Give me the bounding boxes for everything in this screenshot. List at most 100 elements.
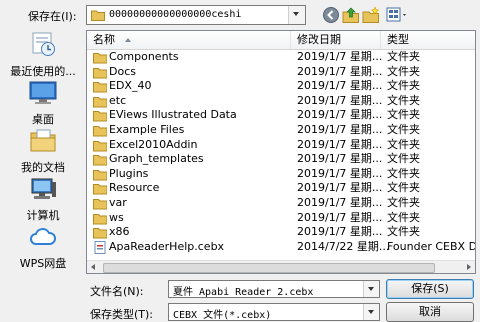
file-date: 2019/1/7 星期... — [297, 64, 383, 78]
file-date: 2014/7/22 星期... — [297, 239, 390, 253]
location-combo[interactable]: 00000000000000000ceshi — [86, 5, 306, 25]
scrollbar-thumb[interactable] — [103, 263, 435, 273]
file-name: Components — [109, 50, 179, 63]
file-name: ApaReaderHelp.cebx — [109, 239, 225, 253]
file-type: 文件夹 — [387, 210, 420, 224]
file-type: Founder CEBX D... — [387, 239, 475, 253]
file-row[interactable]: ApaReaderHelp.cebx 2014/7/22 星期... Founder… — [87, 240, 475, 255]
column-type[interactable]: 类型 — [381, 31, 475, 49]
file-row[interactable]: Example Files 2019/1/7 星期... 文件夹 — [87, 123, 475, 138]
chevron-down-icon — [368, 310, 374, 314]
folder-icon — [93, 155, 107, 166]
file-name: x86 — [109, 225, 130, 239]
place-wps-cloud[interactable]: WPS网盘 — [0, 224, 86, 271]
file-date: 2019/1/7 星期... — [297, 79, 383, 93]
folder-icon — [93, 82, 107, 93]
place-desktop-label: 桌面 — [32, 113, 54, 126]
place-computer-label: 计算机 — [26, 209, 60, 222]
documents-icon — [30, 129, 56, 152]
column-name-label: 名称 — [93, 33, 115, 46]
file-date: 2019/1/7 星期... — [297, 225, 383, 239]
scroll-left-icon[interactable] — [91, 264, 95, 270]
computer-icon — [31, 178, 56, 199]
file-type: 文件夹 — [387, 79, 420, 93]
desktop-icon — [29, 81, 57, 104]
file-list[interactable]: 名称 修改日期 类型 Components 2019/1/7 星期... 文件夹 Do… — [86, 30, 476, 274]
file-date: 2019/1/7 星期... — [297, 137, 383, 151]
column-date[interactable]: 修改日期 — [291, 31, 381, 49]
cebx-file-icon — [94, 240, 106, 254]
file-type: 文件夹 — [387, 152, 420, 166]
file-row[interactable]: x86 2019/1/7 星期... 文件夹 — [87, 225, 475, 240]
folder-icon — [91, 10, 105, 21]
file-name: Resource — [109, 181, 160, 195]
file-type: 文件夹 — [387, 50, 420, 63]
file-row[interactable]: Graph_templates 2019/1/7 星期... 文件夹 — [87, 152, 475, 167]
file-type: 文件夹 — [387, 93, 420, 107]
file-name: Example Files — [109, 123, 185, 136]
sort-up-icon — [125, 38, 131, 42]
horizontal-scrollbar[interactable] — [87, 260, 475, 273]
filename-dropdown-button[interactable] — [363, 281, 379, 297]
place-wps-cloud-label: WPS网盘 — [19, 257, 67, 270]
new-folder-icon[interactable] — [362, 6, 380, 24]
file-row[interactable]: EViews Illustrated Data 2019/1/7 星期... 文件夹 — [87, 108, 475, 123]
place-computer[interactable]: 计算机 — [0, 176, 86, 223]
file-name: Docs — [109, 64, 136, 78]
filename-field[interactable]: 夏件 Apabi Reader 2.cebx — [168, 280, 380, 298]
folder-icon — [93, 126, 107, 137]
file-row[interactable]: Resource 2019/1/7 星期... 文件夹 — [87, 181, 475, 196]
file-row[interactable]: var 2019/1/7 星期... 文件夹 — [87, 196, 475, 211]
filetype-value: CEBX 文件(*.cebx) — [173, 310, 272, 321]
file-type: 文件夹 — [387, 166, 420, 180]
place-documents-label: 我的文档 — [21, 161, 65, 174]
file-name: etc — [109, 93, 127, 107]
chevron-down-icon — [293, 12, 299, 16]
save-button[interactable]: 保存(S) — [386, 279, 474, 299]
file-name: EDX_40 — [109, 79, 152, 93]
file-row[interactable]: Plugins 2019/1/7 星期... 文件夹 — [87, 167, 475, 182]
filetype-dropdown-button[interactable] — [363, 304, 379, 320]
place-documents[interactable]: 我的文档 — [0, 128, 86, 175]
file-row[interactable]: Excel2010Addin 2019/1/7 星期... 文件夹 — [87, 138, 475, 153]
file-date: 2019/1/7 星期... — [297, 166, 383, 180]
folder-icon — [93, 111, 107, 122]
file-row[interactable]: EDX_40 2019/1/7 星期... 文件夹 — [87, 79, 475, 94]
filetype-select[interactable]: CEBX 文件(*.cebx) — [168, 303, 380, 321]
file-type: 文件夹 — [387, 64, 420, 78]
file-row[interactable]: ws 2019/1/7 星期... 文件夹 — [87, 211, 475, 226]
file-row[interactable]: Docs 2019/1/7 星期... 文件夹 — [87, 65, 475, 80]
location-dropdown-button[interactable] — [288, 6, 305, 24]
file-row[interactable]: etc 2019/1/7 星期... 文件夹 — [87, 94, 475, 109]
place-recent-label: 最近使用的... — [10, 65, 76, 78]
file-date: 2019/1/7 星期... — [297, 123, 383, 136]
column-header: 名称 修改日期 类型 — [87, 31, 475, 50]
recent-icon — [32, 32, 55, 56]
folder-icon — [93, 228, 107, 239]
place-desktop[interactable]: 桌面 — [0, 80, 86, 127]
file-row[interactable]: Components 2019/1/7 星期... 文件夹 — [87, 50, 475, 65]
folder-icon — [93, 199, 107, 210]
view-menu-icon[interactable] — [386, 6, 410, 24]
column-name[interactable]: 名称 — [87, 31, 291, 49]
file-type: 文件夹 — [387, 196, 420, 209]
back-arrow-icon[interactable] — [322, 6, 340, 24]
up-folder-icon[interactable] — [342, 6, 360, 24]
column-type-label: 类型 — [387, 33, 409, 46]
file-name: Plugins — [109, 166, 149, 180]
filename-label: 文件名(N): — [90, 285, 144, 298]
file-date: 2019/1/7 星期... — [297, 210, 383, 224]
file-name: var — [109, 196, 127, 209]
file-type: 文件夹 — [387, 225, 420, 239]
folder-icon — [93, 140, 107, 152]
scroll-right-icon[interactable] — [467, 264, 471, 270]
file-type: 文件夹 — [387, 137, 420, 151]
cancel-button[interactable]: 取消 — [386, 302, 474, 322]
place-recent[interactable]: 最近使用的... — [0, 30, 86, 79]
folder-icon — [93, 213, 107, 225]
file-name: Excel2010Addin — [109, 137, 198, 151]
file-name: EViews Illustrated Data — [109, 108, 237, 122]
file-date: 2019/1/7 星期... — [297, 152, 383, 166]
file-date: 2019/1/7 星期... — [297, 181, 383, 195]
file-type: 文件夹 — [387, 108, 420, 122]
